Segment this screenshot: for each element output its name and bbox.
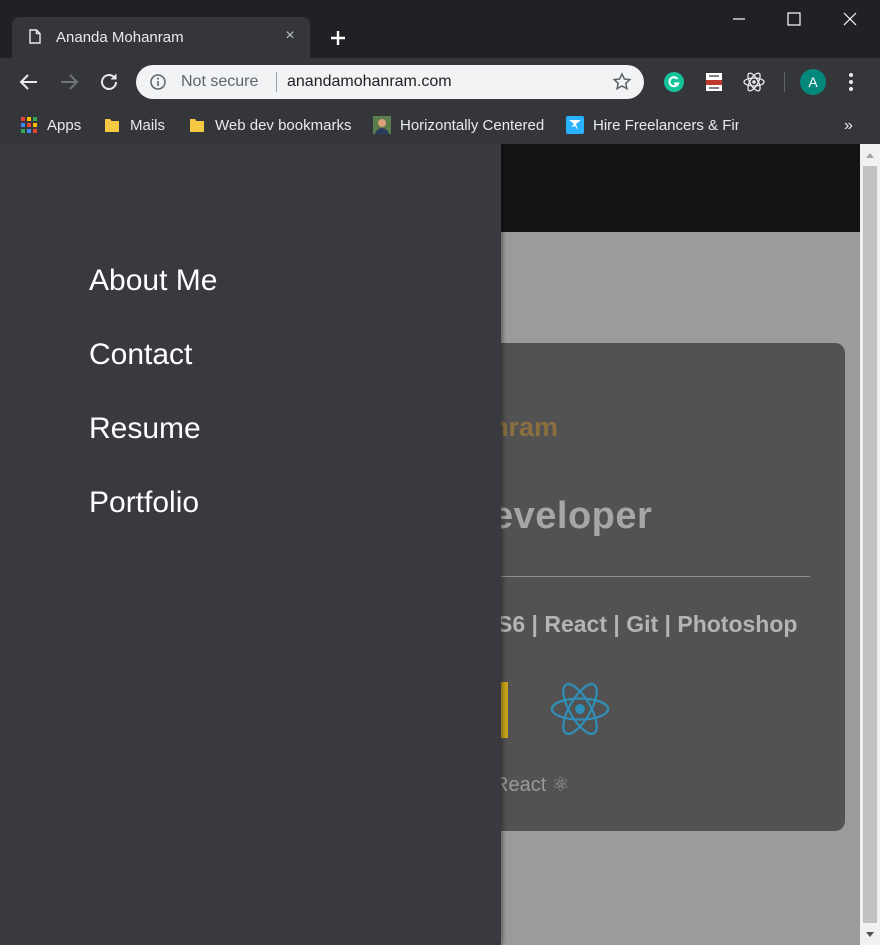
bookmark-label: Web dev bookmarks bbox=[215, 116, 352, 134]
avatar-favicon-icon bbox=[373, 116, 391, 134]
bookmark-apps[interactable]: Apps bbox=[20, 113, 81, 137]
apps-grid-icon bbox=[21, 117, 37, 133]
scroll-down-arrow-icon[interactable] bbox=[865, 931, 875, 939]
bookmark-hire-freelancers[interactable]: Hire Freelancers & Find bbox=[566, 113, 739, 137]
bookmark-star-icon[interactable] bbox=[612, 72, 632, 92]
back-arrow-icon[interactable] bbox=[17, 70, 41, 94]
maximize-icon[interactable] bbox=[779, 8, 809, 30]
grammarly-icon[interactable] bbox=[662, 70, 686, 94]
bookmark-label: Hire Freelancers & Find bbox=[593, 116, 739, 134]
browser-tab-active[interactable]: Ananda Mohanram × bbox=[12, 17, 310, 58]
nav-menu: About Me Contact Resume Portfolio bbox=[89, 261, 217, 557]
freelancer-favicon-icon bbox=[566, 116, 584, 134]
security-indicator[interactable]: Not secure bbox=[181, 73, 258, 91]
skills-list: S6 | React | Git | Photoshop bbox=[497, 611, 798, 637]
bookmark-web-dev[interactable]: Web dev bookmarks bbox=[188, 113, 351, 137]
address-separator bbox=[276, 72, 277, 92]
new-tab-icon[interactable] bbox=[326, 26, 350, 50]
info-icon[interactable] bbox=[150, 74, 166, 90]
side-nav-drawer: About Me Contact Resume Portfolio bbox=[0, 144, 501, 945]
page-viewport: nram eveloper S6 | React | Git | Photosh… bbox=[0, 144, 860, 945]
nav-item-portfolio[interactable]: Portfolio bbox=[89, 483, 217, 557]
bookmark-mails[interactable]: Mails bbox=[103, 113, 165, 137]
document-icon bbox=[29, 29, 41, 44]
tab-close-icon[interactable]: × bbox=[280, 26, 300, 46]
divider-line bbox=[500, 576, 810, 577]
bookmark-horizontally-centered[interactable]: Horizontally Centered bbox=[373, 113, 548, 137]
react-logo-icon bbox=[550, 683, 610, 735]
forward-arrow-icon[interactable] bbox=[57, 70, 81, 94]
bookmark-label: Mails bbox=[130, 116, 166, 134]
address-bar[interactable]: Not secure anandamohanram.com bbox=[136, 65, 644, 99]
nav-item-resume[interactable]: Resume bbox=[89, 409, 217, 483]
minimize-icon[interactable] bbox=[724, 8, 754, 30]
nav-item-contact[interactable]: Contact bbox=[89, 335, 217, 409]
toolbar-divider bbox=[784, 72, 785, 92]
react-devtools-icon[interactable] bbox=[742, 70, 766, 94]
close-window-icon[interactable] bbox=[835, 8, 865, 30]
browser-titlebar: Ananda Mohanram × bbox=[0, 0, 880, 58]
author-name: nram bbox=[492, 412, 559, 442]
role-title: eveloper bbox=[492, 495, 653, 537]
nav-item-about-me[interactable]: About Me bbox=[89, 261, 217, 335]
browser-toolbar: Not secure anandamohanram.com A bbox=[0, 58, 880, 106]
scrollbar-thumb[interactable] bbox=[863, 166, 877, 923]
bookmark-label: Apps bbox=[47, 116, 82, 134]
profile-avatar[interactable]: A bbox=[800, 69, 826, 95]
scroll-up-arrow-icon[interactable] bbox=[865, 151, 875, 159]
browser-menu-icon[interactable] bbox=[841, 70, 861, 94]
bookmark-label: Horizontally Centered bbox=[400, 116, 545, 134]
tab-title: Ananda Mohanram bbox=[56, 29, 184, 46]
reload-icon[interactable] bbox=[97, 70, 121, 94]
more-bookmarks-icon[interactable]: » bbox=[844, 117, 853, 135]
bookmarks-bar: Apps Mails Web dev bookmarks Horizontall… bbox=[0, 106, 880, 144]
vertical-scrollbar[interactable] bbox=[860, 144, 880, 945]
folder-icon bbox=[105, 119, 119, 132]
logo-caption: React ⚛ bbox=[494, 774, 570, 796]
url-text[interactable]: anandamohanram.com bbox=[287, 73, 452, 91]
reader-extension-icon[interactable] bbox=[702, 70, 726, 94]
folder-icon bbox=[190, 119, 204, 132]
